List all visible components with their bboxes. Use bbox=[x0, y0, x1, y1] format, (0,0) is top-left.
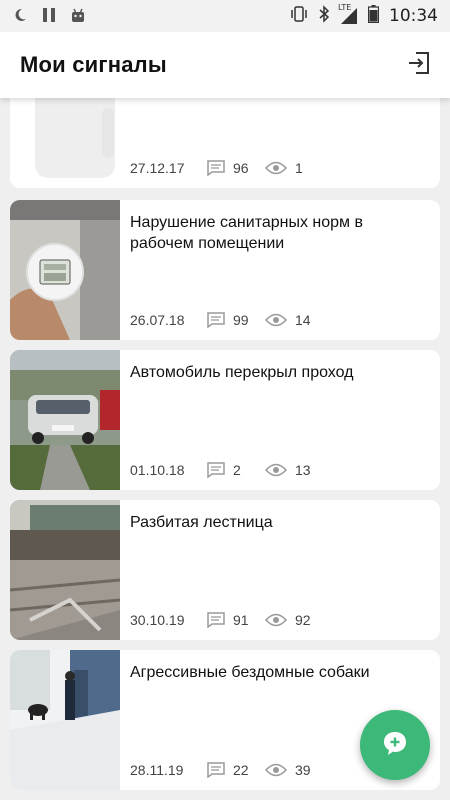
eye-icon bbox=[265, 463, 287, 477]
eye-icon bbox=[265, 613, 287, 627]
comment-icon bbox=[207, 612, 225, 628]
views-count: 13 bbox=[295, 462, 311, 478]
page-title: Мои сигналы bbox=[20, 52, 167, 77]
comments-count: 96 bbox=[233, 160, 249, 176]
bluetooth-icon bbox=[318, 4, 330, 28]
eye-icon bbox=[265, 763, 287, 777]
add-comment-icon bbox=[381, 729, 409, 762]
signal-title: Агрессивные бездомные собаки bbox=[130, 664, 370, 681]
status-bar: LTE 10:34 bbox=[0, 0, 450, 32]
signal-date: 26.07.18 bbox=[130, 312, 185, 328]
eye-icon bbox=[265, 313, 287, 327]
comments-count: 22 bbox=[233, 762, 249, 778]
signal-icon: LTE bbox=[338, 3, 358, 25]
battery-icon bbox=[367, 4, 380, 28]
comments-count: 2 bbox=[233, 462, 241, 478]
clock: 10:34 bbox=[389, 6, 438, 26]
pause-icon bbox=[42, 7, 56, 26]
logout-icon bbox=[406, 50, 432, 81]
logout-button[interactable] bbox=[404, 50, 434, 80]
comment-icon bbox=[207, 160, 225, 176]
signal-date: 30.10.19 bbox=[130, 612, 185, 628]
comment-icon bbox=[207, 312, 225, 328]
signal-meta: 27.12.17 96 1 bbox=[130, 160, 327, 176]
signal-title: Разбитая лестница bbox=[130, 514, 273, 531]
signal-meta: 28.11.19 22 39 bbox=[130, 762, 327, 778]
signal-card[interactable]: Нарушение санитарных норм в рабочем поме… bbox=[10, 200, 440, 340]
comment-icon bbox=[207, 462, 225, 478]
signal-title: Нарушение санитарных норм в рабочем поме… bbox=[130, 214, 363, 252]
signal-card[interactable]: Автомобиль перекрыл проход 01.10.18 2 13 bbox=[10, 350, 440, 490]
comments-count: 91 bbox=[233, 612, 249, 628]
views-count: 39 bbox=[295, 762, 311, 778]
app-bar: Мои сигналы bbox=[0, 32, 450, 98]
signal-thumbnail bbox=[10, 650, 120, 790]
network-type-label: LTE bbox=[338, 3, 352, 12]
signal-thumbnail bbox=[10, 200, 120, 340]
signal-date: 01.10.18 bbox=[130, 462, 185, 478]
views-count: 1 bbox=[295, 160, 303, 176]
views-count: 92 bbox=[295, 612, 311, 628]
views-count: 14 bbox=[295, 312, 311, 328]
vibrate-icon bbox=[290, 5, 308, 27]
signal-meta: 30.10.19 91 92 bbox=[130, 612, 327, 628]
moon-icon bbox=[12, 7, 28, 26]
signal-date: 27.12.17 bbox=[130, 160, 185, 176]
signal-thumbnail bbox=[10, 500, 120, 640]
android-icon bbox=[70, 7, 86, 26]
add-signal-button[interactable] bbox=[360, 710, 430, 780]
signal-date: 28.11.19 bbox=[130, 762, 184, 778]
signal-meta: 26.07.18 99 14 bbox=[130, 312, 327, 328]
signal-title: Автомобиль перекрыл проход bbox=[130, 364, 354, 381]
signal-thumbnail bbox=[10, 350, 120, 490]
comment-icon bbox=[207, 762, 225, 778]
signal-meta: 01.10.18 2 13 bbox=[130, 462, 327, 478]
comments-count: 99 bbox=[233, 312, 249, 328]
eye-icon bbox=[265, 161, 287, 175]
signal-card[interactable]: Разбитая лестница 30.10.19 91 92 bbox=[10, 500, 440, 640]
